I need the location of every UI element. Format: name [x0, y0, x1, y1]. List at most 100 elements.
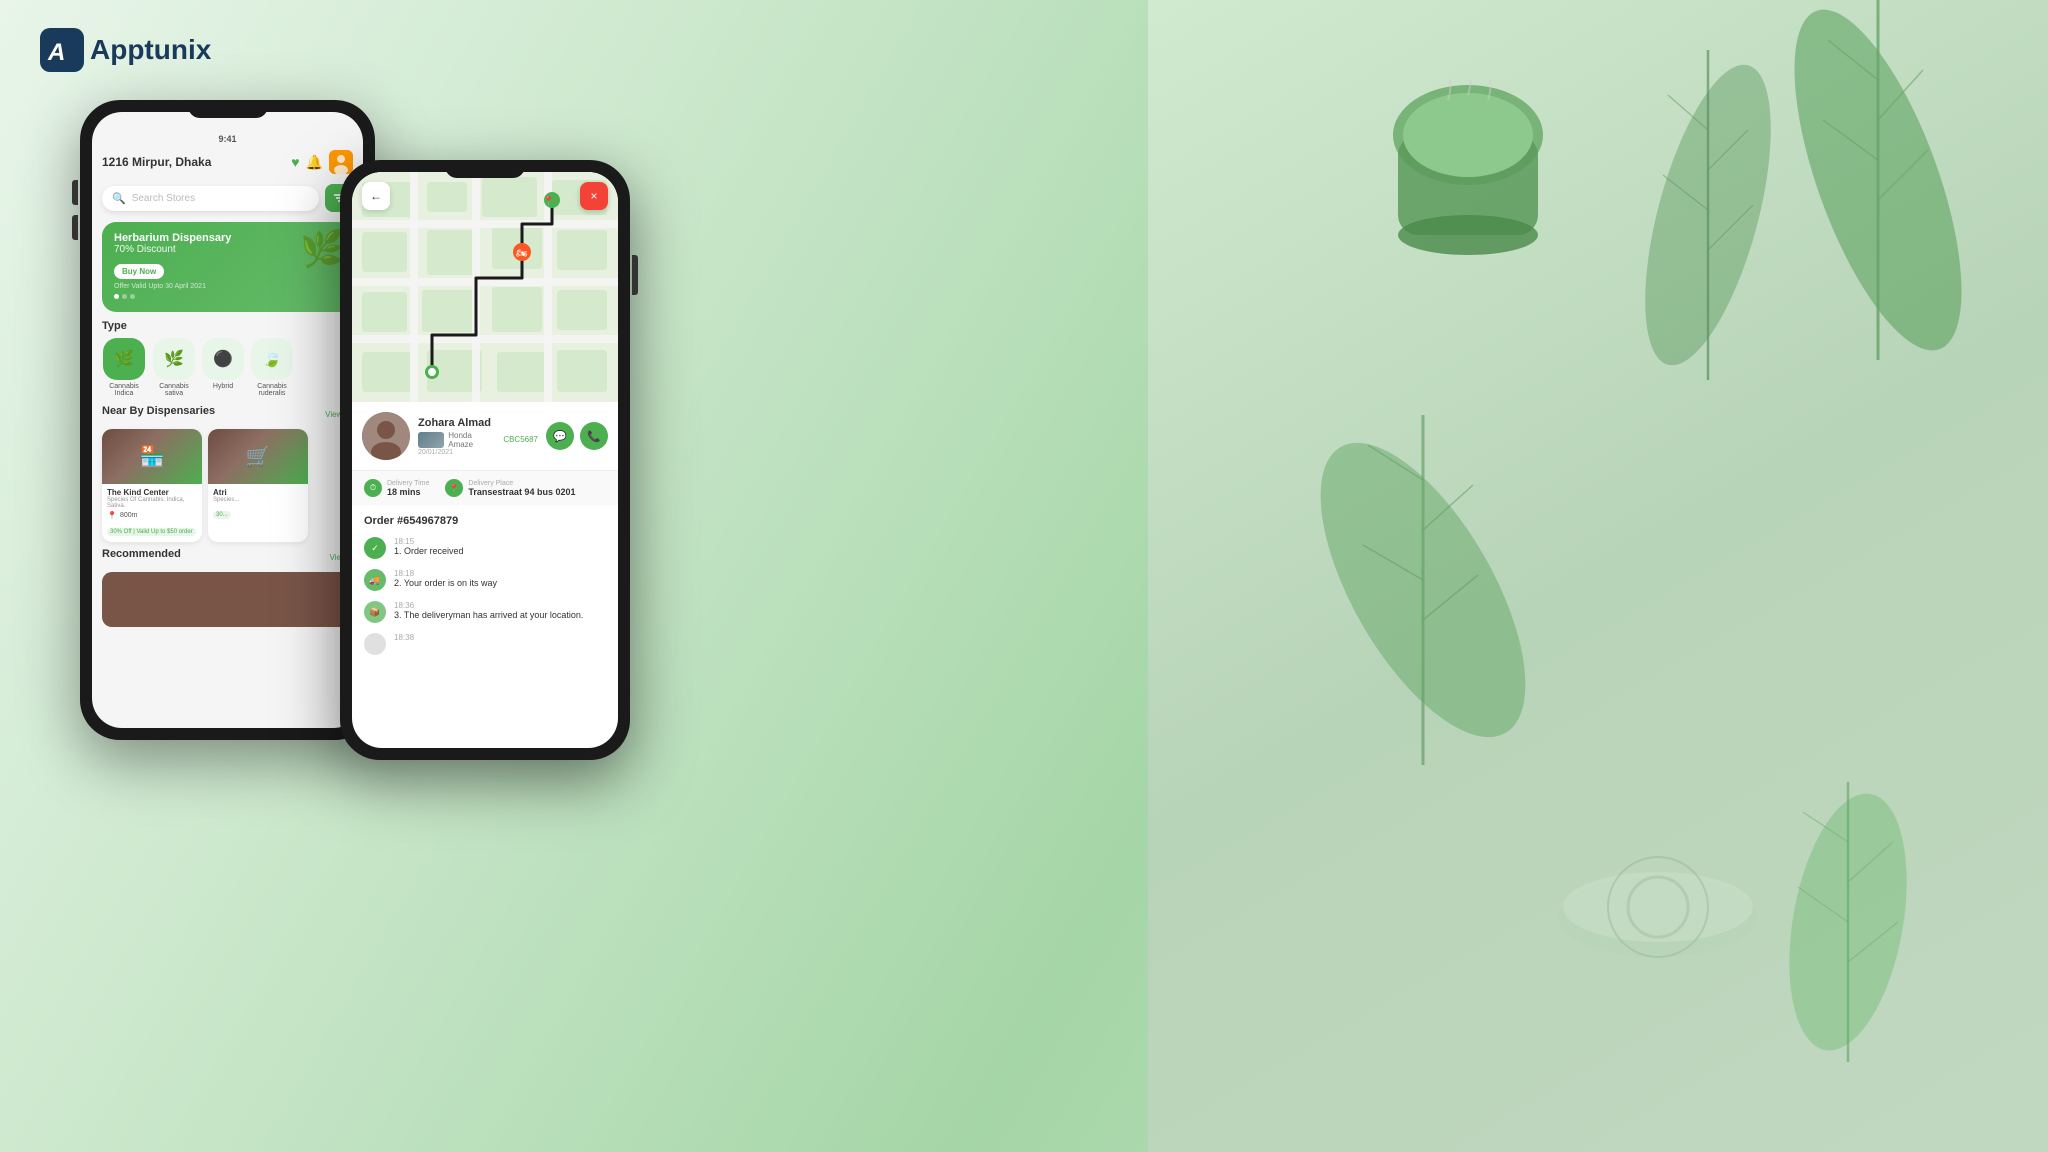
- type-section-title: Type: [102, 320, 353, 332]
- heart-icon[interactable]: ♥: [291, 154, 299, 170]
- driver-info: Zohara Almad Honda Amaze CBC5687 20/01/2…: [418, 417, 538, 456]
- tracking-item-3: 📦 18:36 3. The deliveryman has arrived a…: [364, 601, 606, 623]
- phone2-screen: 📍 🏍 ← ×: [352, 172, 618, 748]
- driver-actions: 💬 📞: [546, 422, 608, 450]
- volume-btn2: [72, 215, 78, 240]
- type-label-ruderalis: Cannabis ruderalis: [250, 383, 294, 397]
- search-placeholder: Search Stores: [132, 193, 195, 204]
- tracking-item-2: 🚚 18:18 2. Your order is on its way: [364, 569, 606, 591]
- header-icons: ♥ 🔔: [291, 150, 353, 174]
- back-arrow-icon: ←: [370, 189, 382, 203]
- phone2: 📍 🏍 ← ×: [340, 160, 630, 760]
- tracking-item-4: 18:38: [364, 633, 606, 655]
- bowl-decor: [1548, 807, 1768, 972]
- track-content-4: 18:38: [394, 633, 606, 642]
- nearby-title: Near By Dispensaries: [102, 405, 215, 417]
- nearby-section-header: Near By Dispensaries View All: [102, 405, 353, 423]
- type-circle-indica: 🌿: [103, 338, 145, 380]
- driver-avatar: [362, 412, 410, 460]
- phone1-notch: [188, 100, 268, 118]
- type-item-ruderalis[interactable]: 🍃 Cannabis ruderalis: [250, 338, 294, 397]
- delivery-place-value: Transestraat 94 bus 0201: [468, 487, 575, 497]
- promo-banner: Herbarium Dispensary 70% Discount Buy No…: [102, 222, 353, 312]
- time-icon: ⏱: [364, 479, 382, 497]
- order-id: Order #654967879: [364, 515, 606, 527]
- nearby-info-2: Atri Species... 30...: [208, 484, 308, 525]
- nearby-species-1: Species Of Cannabis: Indica, Sativa.: [107, 497, 197, 509]
- buy-now-button[interactable]: Buy Now: [114, 264, 164, 279]
- nearby-card-2[interactable]: 🛒 Atri Species... 30...: [208, 429, 308, 542]
- dot-1: [114, 294, 119, 299]
- nearby-info-1: The Kind Center Species Of Cannabis: Ind…: [102, 484, 202, 542]
- nearby-img-2: 🛒: [208, 429, 308, 484]
- track-text-1: 1. Order received: [394, 546, 606, 556]
- banner-dots: [114, 294, 341, 299]
- track-content-2: 18:18 2. Your order is on its way: [394, 569, 606, 588]
- map-close-button[interactable]: ×: [580, 182, 608, 210]
- p1-header: 1216 Mirpur, Dhaka ♥ 🔔: [102, 150, 353, 174]
- track-text-2: 2. Your order is on its way: [394, 578, 606, 588]
- nearby-dist-1: 800m: [120, 512, 138, 519]
- leaf-decor-bottom: [1748, 772, 1948, 1072]
- recommended-title: Recommended: [102, 548, 181, 560]
- search-bar[interactable]: 🔍 Search Stores: [102, 186, 319, 211]
- nearby-card-1[interactable]: 🏪 The Kind Center Species Of Cannabis: I…: [102, 429, 202, 542]
- track-time-1: 18:15: [394, 537, 606, 546]
- delivery-place-label: Delivery Place: [468, 480, 575, 487]
- type-item-indica[interactable]: 🌿 Cannabis Indica: [102, 338, 146, 397]
- phones-container: 9:41 1216 Mirpur, Dhaka ♥ 🔔: [80, 100, 375, 740]
- dot-2: [122, 294, 127, 299]
- map-area: 📍 🏍 ← ×: [352, 172, 618, 402]
- tracking-item-1: ✓ 18:15 1. Order received: [364, 537, 606, 559]
- recommended-card[interactable]: [102, 572, 353, 627]
- driver-vehicle: Honda Amaze CBC5687: [418, 431, 538, 449]
- track-content-3: 18:36 3. The deliveryman has arrived at …: [394, 601, 606, 620]
- delivery-place: 📍 Delivery Place Transestraat 94 bus 020…: [445, 479, 575, 497]
- user-avatar[interactable]: [329, 150, 353, 174]
- leaf-decor-top-right2: [1618, 40, 1798, 390]
- dot-3: [130, 294, 135, 299]
- location-text: 1216 Mirpur, Dhaka: [102, 155, 211, 169]
- nearby-offer-2: 30...: [213, 511, 231, 519]
- track-icon-2: 🚚: [364, 569, 386, 591]
- tea-cup-decor: [1378, 80, 1558, 305]
- delivery-info: ⏱ Delivery Time 18 mins 📍 Delivery Place…: [352, 471, 618, 505]
- chat-button[interactable]: 💬: [546, 422, 574, 450]
- type-label-hybrid: Hybrid: [213, 383, 233, 390]
- banner-image: 🌿: [300, 228, 345, 270]
- track-time-4: 18:38: [394, 633, 606, 642]
- type-circle-sativa: 🌿: [153, 338, 195, 380]
- leaf-decor-top-right: [1768, 0, 1988, 380]
- logo-icon: A: [40, 28, 84, 72]
- track-text-3: 3. The deliveryman has arrived at your l…: [394, 610, 606, 620]
- delivery-time-label: Delivery Time: [387, 480, 429, 487]
- search-icon: 🔍: [112, 192, 126, 205]
- phone2-power-btn: [632, 255, 638, 295]
- search-row: 🔍 Search Stores: [102, 184, 353, 212]
- leaf-decor-mid: [1298, 400, 1548, 780]
- logo-text: Apptunix: [90, 34, 211, 66]
- place-icon: 📍: [445, 479, 463, 497]
- logo: A Apptunix: [40, 28, 211, 72]
- phone1-screen: 9:41 1216 Mirpur, Dhaka ♥ 🔔: [92, 112, 363, 728]
- svg-text:🏍: 🏍: [516, 248, 528, 258]
- map-back-button[interactable]: ←: [362, 182, 390, 210]
- nearby-cards: 🏪 The Kind Center Species Of Cannabis: I…: [102, 429, 353, 542]
- driver-name: Zohara Almad: [418, 417, 538, 429]
- type-item-sativa[interactable]: 🌿 Cannabis sativa: [152, 338, 196, 397]
- nearby-species-2: Species...: [213, 497, 303, 503]
- banner-offer: Offer Valid Upto 30 April 2021: [114, 283, 341, 290]
- bell-icon[interactable]: 🔔: [306, 154, 323, 171]
- order-section: Order #654967879 ✓ 18:15 1. Order receiv…: [352, 505, 618, 675]
- driver-date: 20/01/2021: [418, 449, 538, 456]
- track-content-1: 18:15 1. Order received: [394, 537, 606, 556]
- type-label-indica: Cannabis Indica: [102, 383, 146, 397]
- nearby-offer-1: 30% Off | Valid Up to $50 order: [107, 528, 196, 536]
- delivery-time-value: 18 mins: [387, 487, 429, 497]
- status-bar: 9:41: [102, 134, 353, 144]
- call-button[interactable]: 📞: [580, 422, 608, 450]
- delivery-time: ⏱ Delivery Time 18 mins: [364, 479, 429, 497]
- type-label-sativa: Cannabis sativa: [152, 383, 196, 397]
- type-item-hybrid[interactable]: ⚫ Hybrid: [202, 338, 244, 397]
- track-icon-4: [364, 633, 386, 655]
